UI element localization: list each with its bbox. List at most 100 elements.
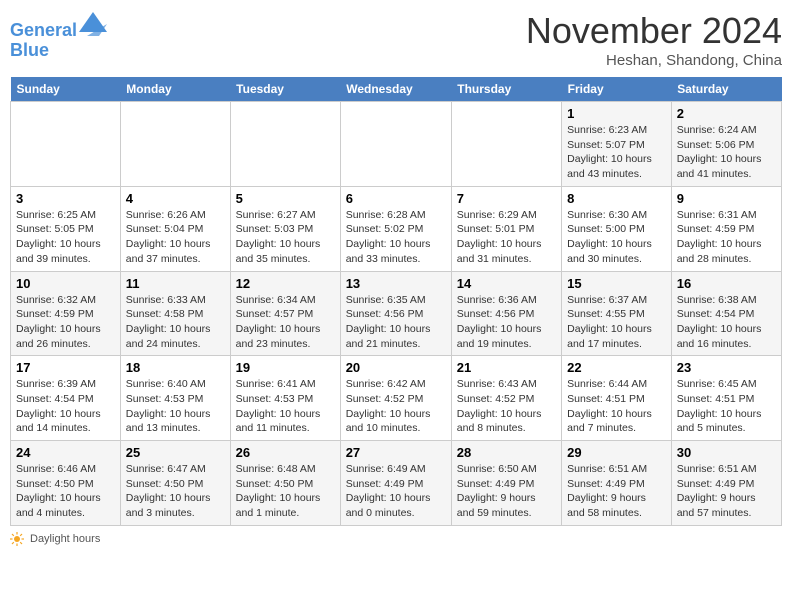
- day-number: 10: [16, 276, 115, 291]
- calendar-day-cell: 3 Sunrise: 6:25 AM Sunset: 5:05 PM Daylig…: [11, 186, 121, 271]
- calendar-day-cell: 18 Sunrise: 6:40 AM Sunset: 4:53 PM Dayli…: [120, 356, 230, 441]
- day-info: Sunrise: 6:43 AM Sunset: 4:52 PM Dayligh…: [457, 377, 556, 436]
- calendar-header-row: SundayMondayTuesdayWednesdayThursdayFrid…: [11, 77, 782, 102]
- calendar-day-header: Sunday: [11, 77, 121, 102]
- header: General Blue November 2024 Heshan, Shand…: [10, 10, 782, 69]
- calendar-day-cell: 12 Sunrise: 6:34 AM Sunset: 4:57 PM Dayli…: [230, 271, 340, 356]
- calendar-day-cell: 20 Sunrise: 6:42 AM Sunset: 4:52 PM Dayli…: [340, 356, 451, 441]
- day-info: Sunrise: 6:32 AM Sunset: 4:59 PM Dayligh…: [16, 293, 115, 352]
- day-number: 18: [126, 360, 225, 375]
- calendar-day-cell: 9 Sunrise: 6:31 AM Sunset: 4:59 PM Daylig…: [671, 186, 781, 271]
- calendar-day-cell: 19 Sunrise: 6:41 AM Sunset: 4:53 PM Dayli…: [230, 356, 340, 441]
- footer: Daylight hours: [10, 532, 782, 546]
- day-number: 7: [457, 191, 556, 206]
- calendar: SundayMondayTuesdayWednesdayThursdayFrid…: [10, 77, 782, 526]
- day-number: 27: [346, 445, 446, 460]
- day-info: Sunrise: 6:45 AM Sunset: 4:51 PM Dayligh…: [677, 377, 776, 436]
- day-number: 15: [567, 276, 666, 291]
- calendar-day-cell: 14 Sunrise: 6:36 AM Sunset: 4:56 PM Dayli…: [451, 271, 561, 356]
- daylight-label: Daylight hours: [30, 533, 100, 545]
- day-number: 24: [16, 445, 115, 460]
- day-info: Sunrise: 6:34 AM Sunset: 4:57 PM Dayligh…: [236, 293, 335, 352]
- calendar-day-cell: 27 Sunrise: 6:49 AM Sunset: 4:49 PM Dayli…: [340, 441, 451, 526]
- day-number: 11: [126, 276, 225, 291]
- logo: General Blue: [10, 14, 107, 61]
- day-number: 29: [567, 445, 666, 460]
- calendar-day-cell: 4Sunrise: 6:26 AM Sunset: 5:04 PM Daylig…: [120, 186, 230, 271]
- calendar-day-cell: 23 Sunrise: 6:45 AM Sunset: 4:51 PM Dayli…: [671, 356, 781, 441]
- calendar-day-cell: [451, 102, 561, 187]
- calendar-week-row: 3 Sunrise: 6:25 AM Sunset: 5:05 PM Daylig…: [11, 186, 782, 271]
- day-number: 14: [457, 276, 556, 291]
- calendar-day-header: Thursday: [451, 77, 561, 102]
- day-number: 3: [16, 191, 115, 206]
- day-number: 9: [677, 191, 776, 206]
- day-info: Sunrise: 6:38 AM Sunset: 4:54 PM Dayligh…: [677, 293, 776, 352]
- calendar-day-header: Wednesday: [340, 77, 451, 102]
- day-info: Sunrise: 6:39 AM Sunset: 4:54 PM Dayligh…: [16, 377, 115, 436]
- calendar-day-cell: 5Sunrise: 6:27 AM Sunset: 5:03 PM Daylig…: [230, 186, 340, 271]
- calendar-day-cell: 29 Sunrise: 6:51 AM Sunset: 4:49 PM Dayli…: [562, 441, 672, 526]
- day-number: 2: [677, 106, 776, 121]
- day-number: 17: [16, 360, 115, 375]
- day-info: Sunrise: 6:30 AM Sunset: 5:00 PM Dayligh…: [567, 208, 666, 267]
- day-info: Sunrise: 6:28 AM Sunset: 5:02 PM Dayligh…: [346, 208, 446, 267]
- day-number: 25: [126, 445, 225, 460]
- day-info: Sunrise: 6:49 AM Sunset: 4:49 PM Dayligh…: [346, 462, 446, 521]
- calendar-day-cell: [120, 102, 230, 187]
- day-info: Sunrise: 6:42 AM Sunset: 4:52 PM Dayligh…: [346, 377, 446, 436]
- calendar-day-cell: 24 Sunrise: 6:46 AM Sunset: 4:50 PM Dayli…: [11, 441, 121, 526]
- calendar-day-cell: 6Sunrise: 6:28 AM Sunset: 5:02 PM Daylig…: [340, 186, 451, 271]
- day-info: Sunrise: 6:36 AM Sunset: 4:56 PM Dayligh…: [457, 293, 556, 352]
- day-number: 23: [677, 360, 776, 375]
- day-info: Sunrise: 6:37 AM Sunset: 4:55 PM Dayligh…: [567, 293, 666, 352]
- calendar-day-cell: 8 Sunrise: 6:30 AM Sunset: 5:00 PM Daylig…: [562, 186, 672, 271]
- day-number: 12: [236, 276, 335, 291]
- calendar-week-row: 1 Sunrise: 6:23 AM Sunset: 5:07 PM Daylig…: [11, 102, 782, 187]
- calendar-week-row: 24 Sunrise: 6:46 AM Sunset: 4:50 PM Dayli…: [11, 441, 782, 526]
- calendar-day-cell: 16 Sunrise: 6:38 AM Sunset: 4:54 PM Dayli…: [671, 271, 781, 356]
- day-number: 19: [236, 360, 335, 375]
- day-number: 5: [236, 191, 335, 206]
- day-number: 22: [567, 360, 666, 375]
- day-info: Sunrise: 6:51 AM Sunset: 4:49 PM Dayligh…: [567, 462, 666, 521]
- day-number: 30: [677, 445, 776, 460]
- day-info: Sunrise: 6:48 AM Sunset: 4:50 PM Dayligh…: [236, 462, 335, 521]
- logo-blue: Blue: [10, 41, 107, 61]
- calendar-day-cell: 25 Sunrise: 6:47 AM Sunset: 4:50 PM Dayli…: [120, 441, 230, 526]
- day-number: 4: [126, 191, 225, 206]
- day-number: 20: [346, 360, 446, 375]
- calendar-day-cell: 28Sunrise: 6:50 AM Sunset: 4:49 PM Dayli…: [451, 441, 561, 526]
- calendar-week-row: 10 Sunrise: 6:32 AM Sunset: 4:59 PM Dayli…: [11, 271, 782, 356]
- day-number: 1: [567, 106, 666, 121]
- calendar-day-cell: 30Sunrise: 6:51 AM Sunset: 4:49 PM Dayli…: [671, 441, 781, 526]
- day-info: Sunrise: 6:46 AM Sunset: 4:50 PM Dayligh…: [16, 462, 115, 521]
- logo-icon: [79, 12, 107, 36]
- day-number: 21: [457, 360, 556, 375]
- day-number: 28: [457, 445, 556, 460]
- month-title: November 2024: [526, 10, 782, 52]
- day-number: 13: [346, 276, 446, 291]
- calendar-body: 1 Sunrise: 6:23 AM Sunset: 5:07 PM Daylig…: [11, 102, 782, 526]
- day-info: Sunrise: 6:25 AM Sunset: 5:05 PM Dayligh…: [16, 208, 115, 267]
- day-number: 8: [567, 191, 666, 206]
- day-info: Sunrise: 6:40 AM Sunset: 4:53 PM Dayligh…: [126, 377, 225, 436]
- day-info: Sunrise: 6:35 AM Sunset: 4:56 PM Dayligh…: [346, 293, 446, 352]
- day-info: Sunrise: 6:41 AM Sunset: 4:53 PM Dayligh…: [236, 377, 335, 436]
- day-info: Sunrise: 6:31 AM Sunset: 4:59 PM Dayligh…: [677, 208, 776, 267]
- day-info: Sunrise: 6:23 AM Sunset: 5:07 PM Dayligh…: [567, 123, 666, 182]
- day-info: Sunrise: 6:29 AM Sunset: 5:01 PM Dayligh…: [457, 208, 556, 267]
- calendar-day-cell: 11Sunrise: 6:33 AM Sunset: 4:58 PM Dayli…: [120, 271, 230, 356]
- calendar-day-cell: 26Sunrise: 6:48 AM Sunset: 4:50 PM Dayli…: [230, 441, 340, 526]
- calendar-day-cell: [11, 102, 121, 187]
- sun-icon: [10, 532, 24, 546]
- calendar-day-cell: 21 Sunrise: 6:43 AM Sunset: 4:52 PM Dayli…: [451, 356, 561, 441]
- calendar-day-cell: 22 Sunrise: 6:44 AM Sunset: 4:51 PM Dayli…: [562, 356, 672, 441]
- day-info: Sunrise: 6:47 AM Sunset: 4:50 PM Dayligh…: [126, 462, 225, 521]
- calendar-day-cell: 13 Sunrise: 6:35 AM Sunset: 4:56 PM Dayli…: [340, 271, 451, 356]
- day-number: 16: [677, 276, 776, 291]
- location-subtitle: Heshan, Shandong, China: [526, 52, 782, 69]
- calendar-day-header: Tuesday: [230, 77, 340, 102]
- day-info: Sunrise: 6:24 AM Sunset: 5:06 PM Dayligh…: [677, 123, 776, 182]
- day-info: Sunrise: 6:44 AM Sunset: 4:51 PM Dayligh…: [567, 377, 666, 436]
